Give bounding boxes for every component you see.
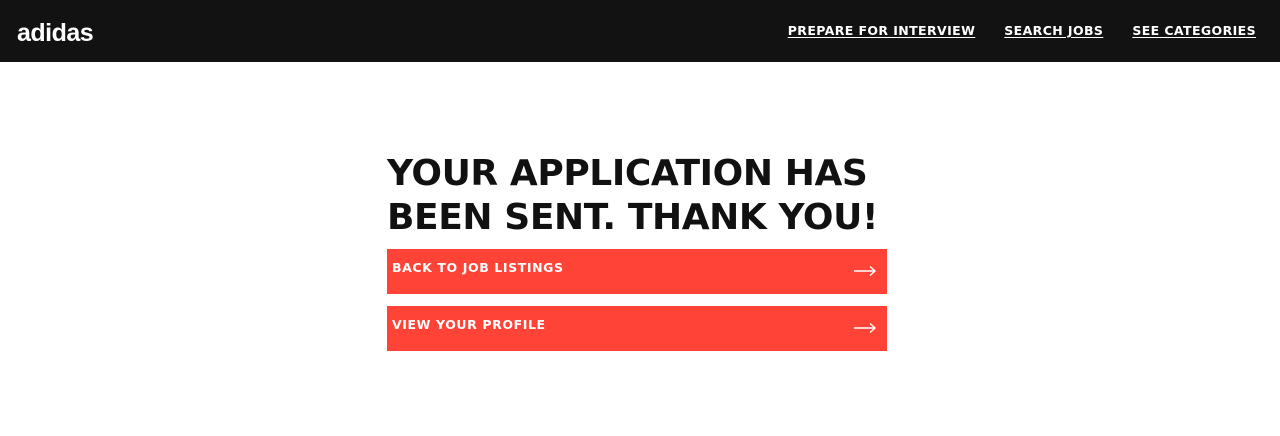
top-nav: PREPARE FOR INTERVIEW SEARCH JOBS SEE CA… [788,22,1256,39]
arrow-right-icon [854,322,877,334]
confirmation-heading: YOUR APPLICATION HAS BEEN SENT. THANK YO… [387,153,878,238]
nav-search-jobs[interactable]: SEARCH JOBS [1004,22,1103,39]
confirmation-content: YOUR APPLICATION HAS BEEN SENT. THANK YO… [387,152,887,240]
back-to-job-listings-button[interactable]: BACK TO JOB LISTINGS [387,249,887,294]
adidas-logo[interactable]: adidas [17,16,94,50]
nav-see-categories[interactable]: SEE CATEGORIES [1132,22,1256,39]
button-label: VIEW YOUR PROFILE [392,317,546,332]
button-label: BACK TO JOB LISTINGS [392,260,564,275]
nav-prepare-for-interview[interactable]: PREPARE FOR INTERVIEW [788,22,976,39]
view-your-profile-button[interactable]: VIEW YOUR PROFILE [387,306,887,351]
site-header: adidas PREPARE FOR INTERVIEW SEARCH JOBS… [0,0,1280,62]
arrow-right-icon [854,265,877,277]
